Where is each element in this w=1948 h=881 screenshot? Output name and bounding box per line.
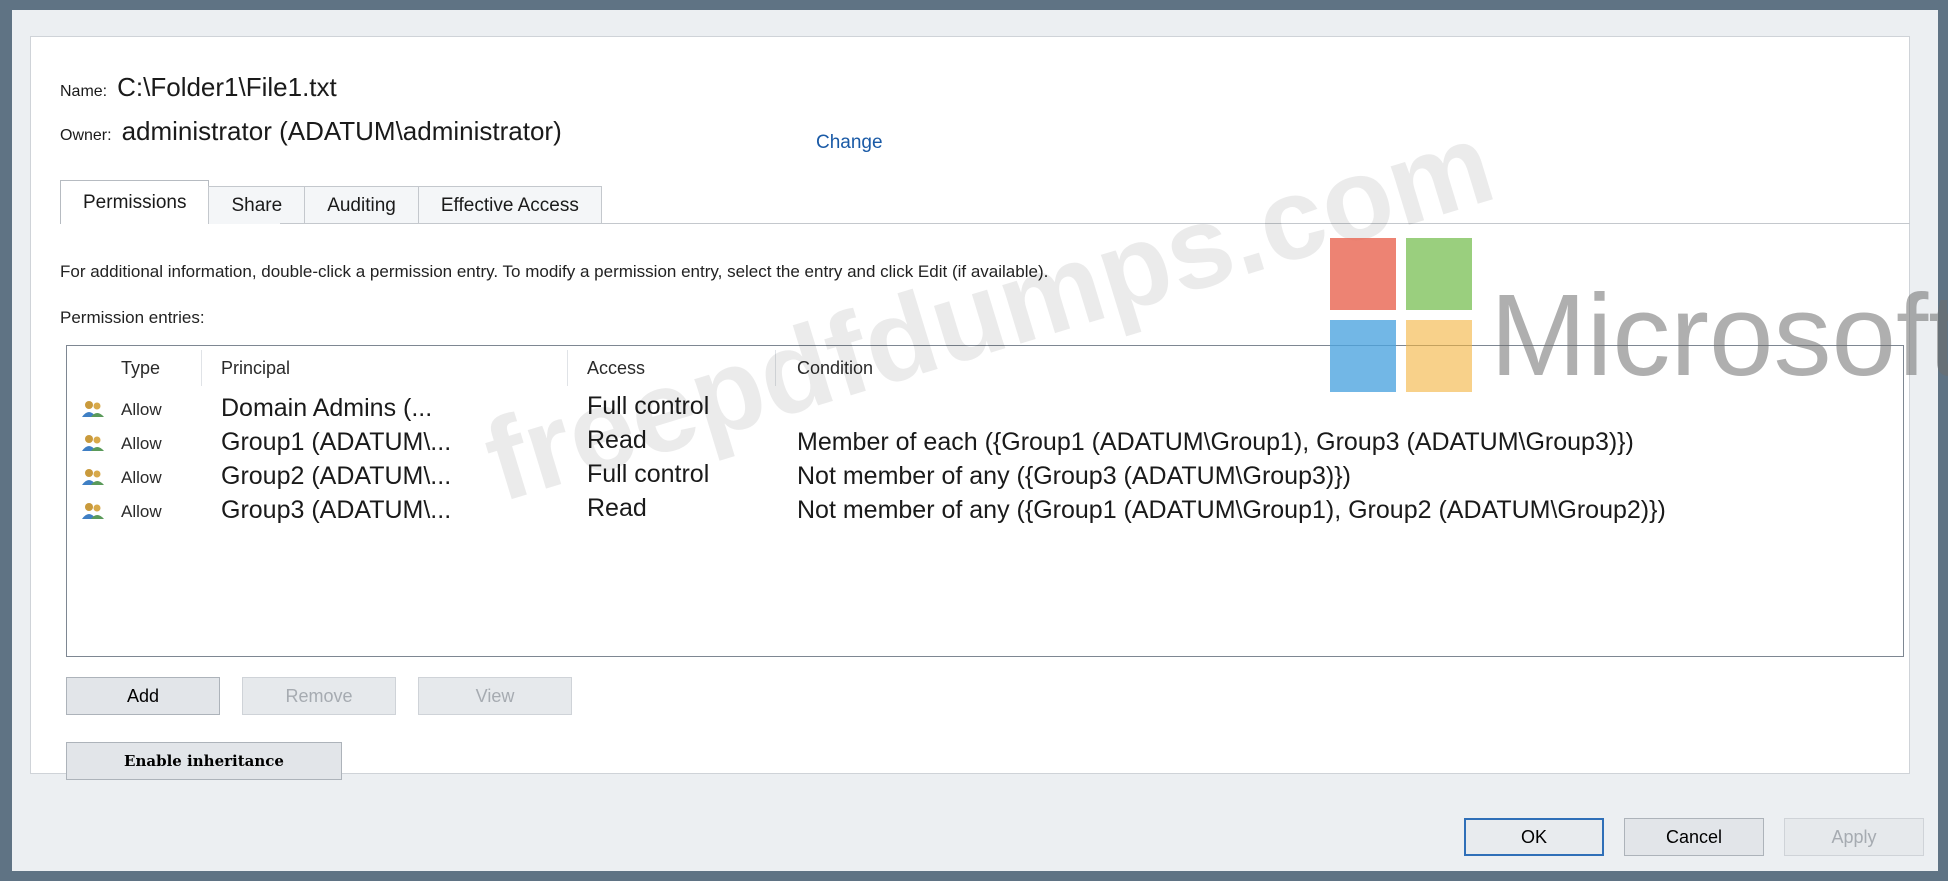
cancel-button[interactable]: Cancel	[1624, 818, 1764, 856]
entry-principal: Group3 (ADATUM\...	[221, 496, 452, 524]
users-group-icon	[81, 468, 105, 486]
column-header-access[interactable]: Access	[587, 358, 645, 379]
tab-permissions[interactable]: Permissions	[60, 180, 210, 224]
change-owner-link[interactable]: Change	[816, 132, 883, 154]
entry-type: Allow	[121, 434, 162, 453]
users-group-icon	[81, 434, 105, 452]
entry-condition: Not member of any ({Group1 (ADATUM\Group…	[797, 496, 1666, 524]
entry-access: Read	[587, 494, 647, 522]
object-name-row: Name: C:\Folder1\File1.txt	[60, 72, 337, 103]
entry-condition: Not member of any ({Group3 (ADATUM\Group…	[797, 462, 1351, 490]
tab-strip: Permissions Share Auditing Effective Acc…	[60, 180, 602, 224]
instructions-text: For additional information, double-click…	[60, 262, 1049, 281]
users-group-icon	[81, 502, 105, 520]
permission-entries-list[interactable]: Type Principal Access Condition Allow Do…	[66, 345, 1904, 657]
object-name-value: C:\Folder1\File1.txt	[117, 72, 337, 102]
entry-access: Full control	[587, 392, 710, 420]
add-button[interactable]: Add	[66, 677, 220, 715]
column-separator	[567, 350, 568, 386]
entry-type: Allow	[121, 502, 162, 521]
ok-button[interactable]: OK	[1464, 818, 1604, 856]
entry-type: Allow	[121, 400, 162, 419]
remove-button[interactable]: Remove	[242, 677, 396, 715]
users-group-icon	[81, 400, 105, 418]
entry-access: Read	[587, 426, 647, 454]
table-row[interactable]: Allow Group2 (ADATUM\... Full control No…	[67, 458, 1903, 492]
table-row[interactable]: Allow Group1 (ADATUM\... Read Member of …	[67, 424, 1903, 458]
enable-inheritance-button[interactable]: Enable inheritance	[66, 742, 342, 780]
entry-type: Allow	[121, 468, 162, 487]
name-label: Name:	[60, 83, 108, 100]
view-button[interactable]: View	[418, 677, 572, 715]
column-header-principal[interactable]: Principal	[221, 358, 290, 379]
table-row[interactable]: Allow Domain Admins (... Full control	[67, 390, 1903, 424]
column-header-type[interactable]: Type	[121, 358, 160, 379]
tab-divider	[280, 223, 1910, 224]
column-separator	[201, 350, 202, 386]
entry-principal: Group2 (ADATUM\...	[221, 462, 452, 490]
entry-principal: Group1 (ADATUM\...	[221, 428, 452, 456]
owner-label: Owner:	[60, 127, 112, 144]
entry-access: Full control	[587, 460, 710, 488]
column-header-condition[interactable]: Condition	[797, 358, 873, 379]
apply-button[interactable]: Apply	[1784, 818, 1924, 856]
entry-principal: Domain Admins (...	[221, 394, 433, 422]
tab-share[interactable]: Share	[208, 186, 306, 224]
owner-value: administrator (ADATUM\administrator)	[121, 116, 562, 146]
column-separator	[775, 350, 776, 386]
entry-condition: Member of each ({Group1 (ADATUM\Group1),…	[797, 428, 1634, 456]
permission-entries-label: Permission entries:	[60, 308, 205, 327]
owner-row: Owner: administrator (ADATUM\administrat…	[60, 116, 562, 147]
tab-effective-access[interactable]: Effective Access	[417, 186, 602, 224]
table-row[interactable]: Allow Group3 (ADATUM\... Read Not member…	[67, 492, 1903, 526]
tab-auditing[interactable]: Auditing	[304, 186, 419, 224]
